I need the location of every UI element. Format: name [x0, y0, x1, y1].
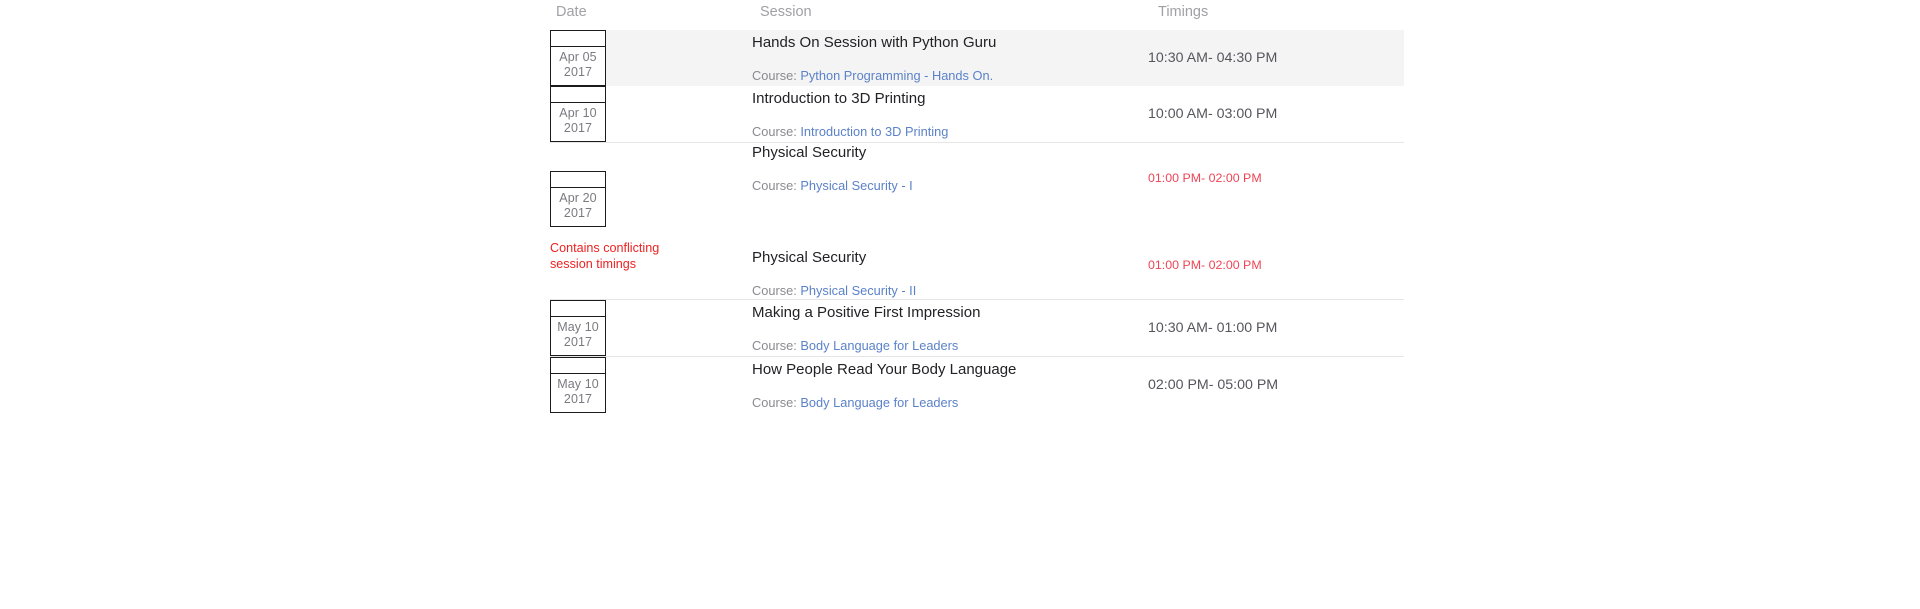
- course-label: Course:: [752, 394, 797, 410]
- date-badge-year: 2017: [563, 335, 593, 349]
- timing-block: 01:00 PM- 02:00 PM: [1148, 169, 1404, 187]
- course-label: Course:: [752, 337, 797, 353]
- table-body: Apr 05 2017 Hands On Session with Python G…: [550, 30, 1404, 413]
- timing-block: 10:00 AM- 03:00 PM: [1148, 105, 1404, 123]
- timing-value-conflict: 01:00 PM- 02:00 PM: [1148, 170, 1262, 185]
- session-block: Physical Security Course: Physical Securi…: [752, 143, 1148, 194]
- cell-timings: 10:30 AM- 01:00 PM: [1148, 299, 1404, 357]
- date-badge: May 10 2017: [550, 357, 606, 413]
- cell-timings: 10:30 AM- 04:30 PM: [1148, 30, 1404, 86]
- session-block: Hands On Session with Python Guru Course:…: [752, 33, 1148, 84]
- cell-session: Physical Security Course: Physical Securi…: [752, 142, 1148, 300]
- session-block: Making a Positive First Impression Course…: [752, 303, 1148, 354]
- column-header-timings: Timings: [1148, 0, 1404, 30]
- session-block: Introduction to 3D Printing Course: Intro…: [752, 89, 1148, 140]
- date-badge: Apr 20 2017: [550, 170, 606, 227]
- table-row: May 10 2017 How People Read Your Body Lang…: [550, 356, 1404, 413]
- course-link[interactable]: Body Language for Leaders: [800, 338, 958, 353]
- date-badge-body: May 10 2017: [551, 317, 605, 355]
- timing-value: 10:00 AM- 03:00 PM: [1148, 106, 1278, 122]
- page-root: Date Session Timings Apr 05 2017 Hands On …: [0, 0, 1920, 609]
- date-badge-day: May 10: [557, 320, 599, 334]
- table-row: Apr 05 2017 Hands On Session with Python G…: [550, 30, 1404, 86]
- session-title: Physical Security: [752, 144, 867, 161]
- course-label: Course:: [752, 67, 797, 83]
- date-badge-year: 2017: [563, 121, 593, 135]
- course-link[interactable]: Introduction to 3D Printing: [800, 124, 948, 139]
- date-badge-body: Apr 05 2017: [551, 47, 605, 85]
- cell-session: Introduction to 3D Printing Course: Intro…: [752, 86, 1148, 143]
- session-block: How People Read Your Body Language Course…: [752, 360, 1148, 411]
- date-badge-year: 2017: [563, 205, 593, 220]
- date-badge: Apr 05 2017: [550, 30, 606, 86]
- session-title: Hands On Session with Python Guru: [752, 33, 997, 51]
- cell-session: Making a Positive First Impression Course…: [752, 299, 1148, 357]
- cell-date: Apr 05 2017: [550, 30, 752, 86]
- course-label: Course:: [752, 283, 797, 298]
- timing-block: 01:00 PM- 02:00 PM: [1148, 256, 1404, 274]
- timing-value-conflict: 01:00 PM- 02:00 PM: [1148, 257, 1262, 272]
- date-badge-body: May 10 2017: [551, 374, 605, 412]
- timing-value: 10:30 AM- 04:30 PM: [1148, 50, 1278, 66]
- table-row: Apr 20 2017 Contains conflicting session t…: [550, 142, 1404, 300]
- cell-session: How People Read Your Body Language Course…: [752, 356, 1148, 413]
- course-label: Course:: [752, 123, 797, 139]
- table-row: Apr 10 2017 Introduction to 3D Printing Cou…: [550, 86, 1404, 143]
- cell-date: May 10 2017: [550, 299, 752, 357]
- date-badge-year: 2017: [563, 65, 593, 79]
- course-label: Course:: [752, 178, 797, 193]
- date-badge: May 10 2017: [550, 300, 606, 356]
- course-link[interactable]: Physical Security - I: [800, 178, 912, 193]
- date-badge-day: Apr 10: [559, 106, 597, 120]
- cell-session: Hands On Session with Python Guru Course:…: [752, 30, 1148, 86]
- cell-timings: 02:00 PM- 05:00 PM: [1148, 356, 1404, 413]
- session-title: Physical Security: [752, 249, 867, 266]
- conflict-warning-text: Contains conflicting session timings: [550, 240, 660, 271]
- column-header-session: Session: [752, 0, 1148, 30]
- calendar-icon: [551, 87, 605, 103]
- timing-value: 10:30 AM- 01:00 PM: [1148, 320, 1278, 336]
- session-title: Making a Positive First Impression: [752, 303, 981, 321]
- session-course: Course: Introduction to 3D Printing: [752, 124, 1148, 140]
- cell-date: Apr 20 2017 Contains conflicting session t…: [550, 142, 752, 300]
- session-block: Physical Security Course: Physical Securi…: [752, 248, 1148, 299]
- calendar-icon: [551, 171, 605, 188]
- session-course: Course: Body Language for Leaders: [752, 395, 1148, 411]
- session-title: How People Read Your Body Language: [752, 360, 1017, 378]
- cell-timings: 10:00 AM- 03:00 PM: [1148, 86, 1404, 143]
- cell-timings: 01:00 PM- 02:00 PM 01:00 PM- 02:00 PM: [1148, 142, 1404, 300]
- date-badge-day: May 10: [557, 377, 599, 391]
- date-badge-day: Apr 05: [559, 50, 597, 64]
- timing-block: 02:00 PM- 05:00 PM: [1148, 376, 1404, 394]
- date-badge-day: Apr 20: [559, 190, 597, 205]
- timing-value: 02:00 PM- 05:00 PM: [1148, 377, 1279, 393]
- calendar-icon: [551, 358, 605, 374]
- calendar-icon: [551, 301, 605, 317]
- course-link[interactable]: Body Language for Leaders: [800, 395, 958, 410]
- session-course: Course: Physical Security - I: [752, 178, 1148, 194]
- calendar-icon: [551, 31, 605, 47]
- session-title: Introduction to 3D Printing: [752, 89, 926, 107]
- cell-date: May 10 2017: [550, 356, 752, 413]
- table-header: Date Session Timings: [550, 0, 1404, 30]
- date-badge: Apr 10 2017: [550, 86, 606, 142]
- timing-block: 10:30 AM- 04:30 PM: [1148, 49, 1404, 67]
- table-header-row: Date Session Timings: [550, 0, 1404, 30]
- course-link[interactable]: Python Programming - Hands On.: [800, 68, 993, 83]
- cell-date: Apr 10 2017: [550, 86, 752, 143]
- session-course: Course: Physical Security - II: [752, 283, 1148, 299]
- column-header-date: Date: [550, 0, 752, 30]
- session-course: Course: Python Programming - Hands On.: [752, 68, 1148, 84]
- date-badge-year: 2017: [563, 392, 593, 406]
- session-course: Course: Body Language for Leaders: [752, 338, 1148, 354]
- session-schedule-table: Date Session Timings Apr 05 2017 Hands On …: [550, 0, 1404, 413]
- course-link[interactable]: Physical Security - II: [800, 283, 916, 298]
- date-badge-body: Apr 10 2017: [551, 103, 605, 141]
- timing-block: 10:30 AM- 01:00 PM: [1148, 319, 1404, 337]
- date-badge-body: Apr 20 2017: [551, 188, 605, 226]
- table-row: May 10 2017 Making a Positive First Impres…: [550, 299, 1404, 357]
